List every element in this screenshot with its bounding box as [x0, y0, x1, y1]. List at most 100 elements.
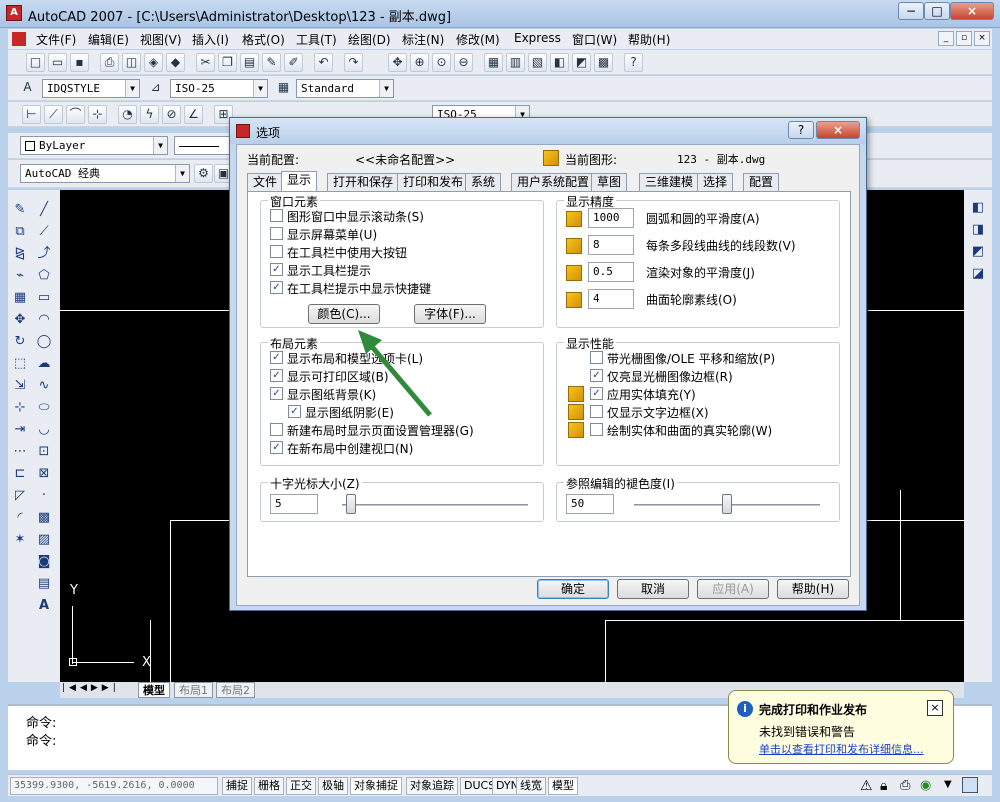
- tab-files[interactable]: 文件: [247, 173, 284, 191]
- tab-model[interactable]: 模型: [138, 682, 170, 698]
- color-select[interactable]: ByLayer ▼: [20, 136, 168, 155]
- status-menu-arrow-icon[interactable]: ▼: [944, 779, 952, 790]
- warning-icon[interactable]: ⚠: [860, 778, 873, 794]
- ordinate-icon[interactable]: ⊹: [88, 105, 107, 124]
- tab-plot-publish[interactable]: 打印和发布: [397, 173, 470, 191]
- tab-display[interactable]: 显示: [281, 171, 318, 191]
- explode-icon[interactable]: ✶: [10, 530, 30, 550]
- crosshair-slider-thumb[interactable]: [346, 494, 357, 514]
- point-icon[interactable]: ·: [34, 486, 54, 506]
- mirror-icon[interactable]: ⧎: [10, 244, 30, 264]
- spline-icon[interactable]: ∿: [34, 376, 54, 396]
- lock-icon[interactable]: 🔒︎: [880, 778, 887, 794]
- comm-center-icon[interactable]: ◉: [920, 778, 931, 793]
- arc-length-icon[interactable]: ⌒: [66, 105, 85, 124]
- checkbox[interactable]: [590, 351, 603, 364]
- lineweight-toggle[interactable]: 线宽: [516, 777, 546, 795]
- coordinate-display[interactable]: 35399.9300, -5619.2616, 0.0000: [10, 777, 218, 795]
- resolution-input-3[interactable]: 4: [588, 289, 634, 309]
- checkbox[interactable]: ✓: [270, 441, 283, 454]
- menu-window[interactable]: 窗口(W): [572, 31, 617, 48]
- table-icon[interactable]: ▤: [34, 574, 54, 594]
- properties-icon[interactable]: ▦: [484, 53, 503, 72]
- otrack-toggle[interactable]: 对象追踪: [406, 777, 458, 795]
- checkbox[interactable]: [590, 405, 603, 418]
- window-element-option-1[interactable]: 显示屏幕菜单(U): [270, 226, 540, 242]
- angular-icon[interactable]: ∠: [184, 105, 203, 124]
- window-element-option-3[interactable]: ✓ 显示工具栏提示: [270, 262, 540, 278]
- hatch-icon[interactable]: ▩: [34, 508, 54, 528]
- tab-layout1[interactable]: 布局1: [174, 682, 213, 698]
- sheet-set-icon[interactable]: ◧: [550, 53, 569, 72]
- checkbox[interactable]: ✓: [590, 369, 603, 382]
- menu-modify[interactable]: 修改(M): [456, 31, 500, 48]
- menu-insert[interactable]: 插入(I): [192, 31, 229, 48]
- tab-system[interactable]: 系统: [465, 173, 502, 191]
- help-icon[interactable]: ?: [624, 53, 643, 72]
- help-button[interactable]: 帮助(H): [777, 579, 849, 599]
- doc-restore-button[interactable]: ▫: [956, 31, 972, 46]
- display-performance-option-4[interactable]: 绘制实体和曲面的真实轮廓(W): [568, 422, 860, 438]
- radius-icon[interactable]: ◔: [118, 105, 137, 124]
- dialog-help-button[interactable]: ?: [788, 121, 814, 139]
- make-block-icon[interactable]: ⊠: [34, 464, 54, 484]
- balloon-close-button[interactable]: ×: [927, 700, 943, 716]
- zoom-window-icon[interactable]: ⊙: [432, 53, 451, 72]
- plot-status-icon[interactable]: ⎙: [900, 778, 910, 793]
- design-center-icon[interactable]: ▥: [506, 53, 525, 72]
- close-button[interactable]: ×: [950, 2, 994, 20]
- copy-icon[interactable]: ❐: [218, 53, 237, 72]
- move-icon[interactable]: ✥: [10, 310, 30, 330]
- window-element-option-0[interactable]: 图形窗口中显示滚动条(S): [270, 208, 540, 224]
- pan-icon[interactable]: ✥: [388, 53, 407, 72]
- menu-edit[interactable]: 编辑(E): [88, 31, 129, 48]
- plot-complete-balloon[interactable]: i 完成打印和作业发布 × 未找到错误和警告 单击以查看打印和发布详细信息...: [728, 690, 954, 764]
- minimize-button[interactable]: −: [898, 2, 924, 20]
- checkbox[interactable]: [270, 209, 283, 222]
- jogged-icon[interactable]: ϟ: [140, 105, 159, 124]
- checkbox[interactable]: ✓: [288, 405, 301, 418]
- doc-close-button[interactable]: ×: [974, 31, 990, 46]
- menu-file[interactable]: 文件(F): [36, 31, 76, 48]
- checkbox[interactable]: ✓: [590, 387, 603, 400]
- tab-user-preferences[interactable]: 用户系统配置: [511, 173, 596, 191]
- tab-selection[interactable]: 选择: [697, 173, 734, 191]
- tab-layout2[interactable]: 布局2: [216, 682, 255, 698]
- dim-style-select[interactable]: ISO-25 ▼: [170, 79, 268, 98]
- window-element-option-4[interactable]: ✓ 在工具栏提示中显示快捷键: [270, 280, 540, 296]
- checkbox[interactable]: ✓: [270, 281, 283, 294]
- join-icon[interactable]: ⊏: [10, 464, 30, 484]
- snap-toggle[interactable]: 捕捉: [222, 777, 252, 795]
- cut-icon[interactable]: ✂: [196, 53, 215, 72]
- ellipse-icon[interactable]: ⬭: [34, 398, 54, 418]
- menu-express[interactable]: Express: [514, 31, 561, 45]
- checkbox[interactable]: [270, 423, 283, 436]
- display-performance-option-2[interactable]: ✓ 应用实体填充(Y): [568, 386, 860, 402]
- xref-fade-input[interactable]: 50: [566, 494, 614, 514]
- paste-icon[interactable]: ▤: [240, 53, 259, 72]
- ok-button[interactable]: 确定: [537, 579, 609, 599]
- layout-element-option-5[interactable]: ✓ 在新布局中创建视口(N): [270, 440, 540, 456]
- command-line-2[interactable]: 命令:: [26, 730, 56, 749]
- dialog-close-button[interactable]: ×: [816, 121, 860, 139]
- stretch-icon[interactable]: ⇲: [10, 376, 30, 396]
- region-icon[interactable]: ◙: [34, 552, 54, 572]
- insert-block-icon[interactable]: ⊡: [34, 442, 54, 462]
- draw-order-back-icon[interactable]: ◨: [968, 220, 988, 240]
- scale-icon[interactable]: ⬚: [10, 354, 30, 374]
- crosshair-size-input[interactable]: 5: [270, 494, 318, 514]
- revcloud-icon[interactable]: ☁: [34, 354, 54, 374]
- tab-open-save[interactable]: 打开和保存: [327, 173, 400, 191]
- apply-button[interactable]: 应用(A): [697, 579, 769, 599]
- polyline-icon[interactable]: ⤴: [34, 244, 54, 264]
- array-icon[interactable]: ▦: [10, 288, 30, 308]
- workspace-settings-icon[interactable]: ⚙: [194, 164, 213, 183]
- checkbox[interactable]: [270, 245, 283, 258]
- draw-order-above-icon[interactable]: ◩: [968, 242, 988, 262]
- grid-toggle[interactable]: 栅格: [254, 777, 284, 795]
- doc-minimize-button[interactable]: _: [938, 31, 954, 46]
- menu-view[interactable]: 视图(V): [140, 31, 182, 48]
- document-icon[interactable]: [12, 32, 26, 46]
- menu-draw[interactable]: 绘图(D): [348, 31, 391, 48]
- polygon-icon[interactable]: ⬠: [34, 266, 54, 286]
